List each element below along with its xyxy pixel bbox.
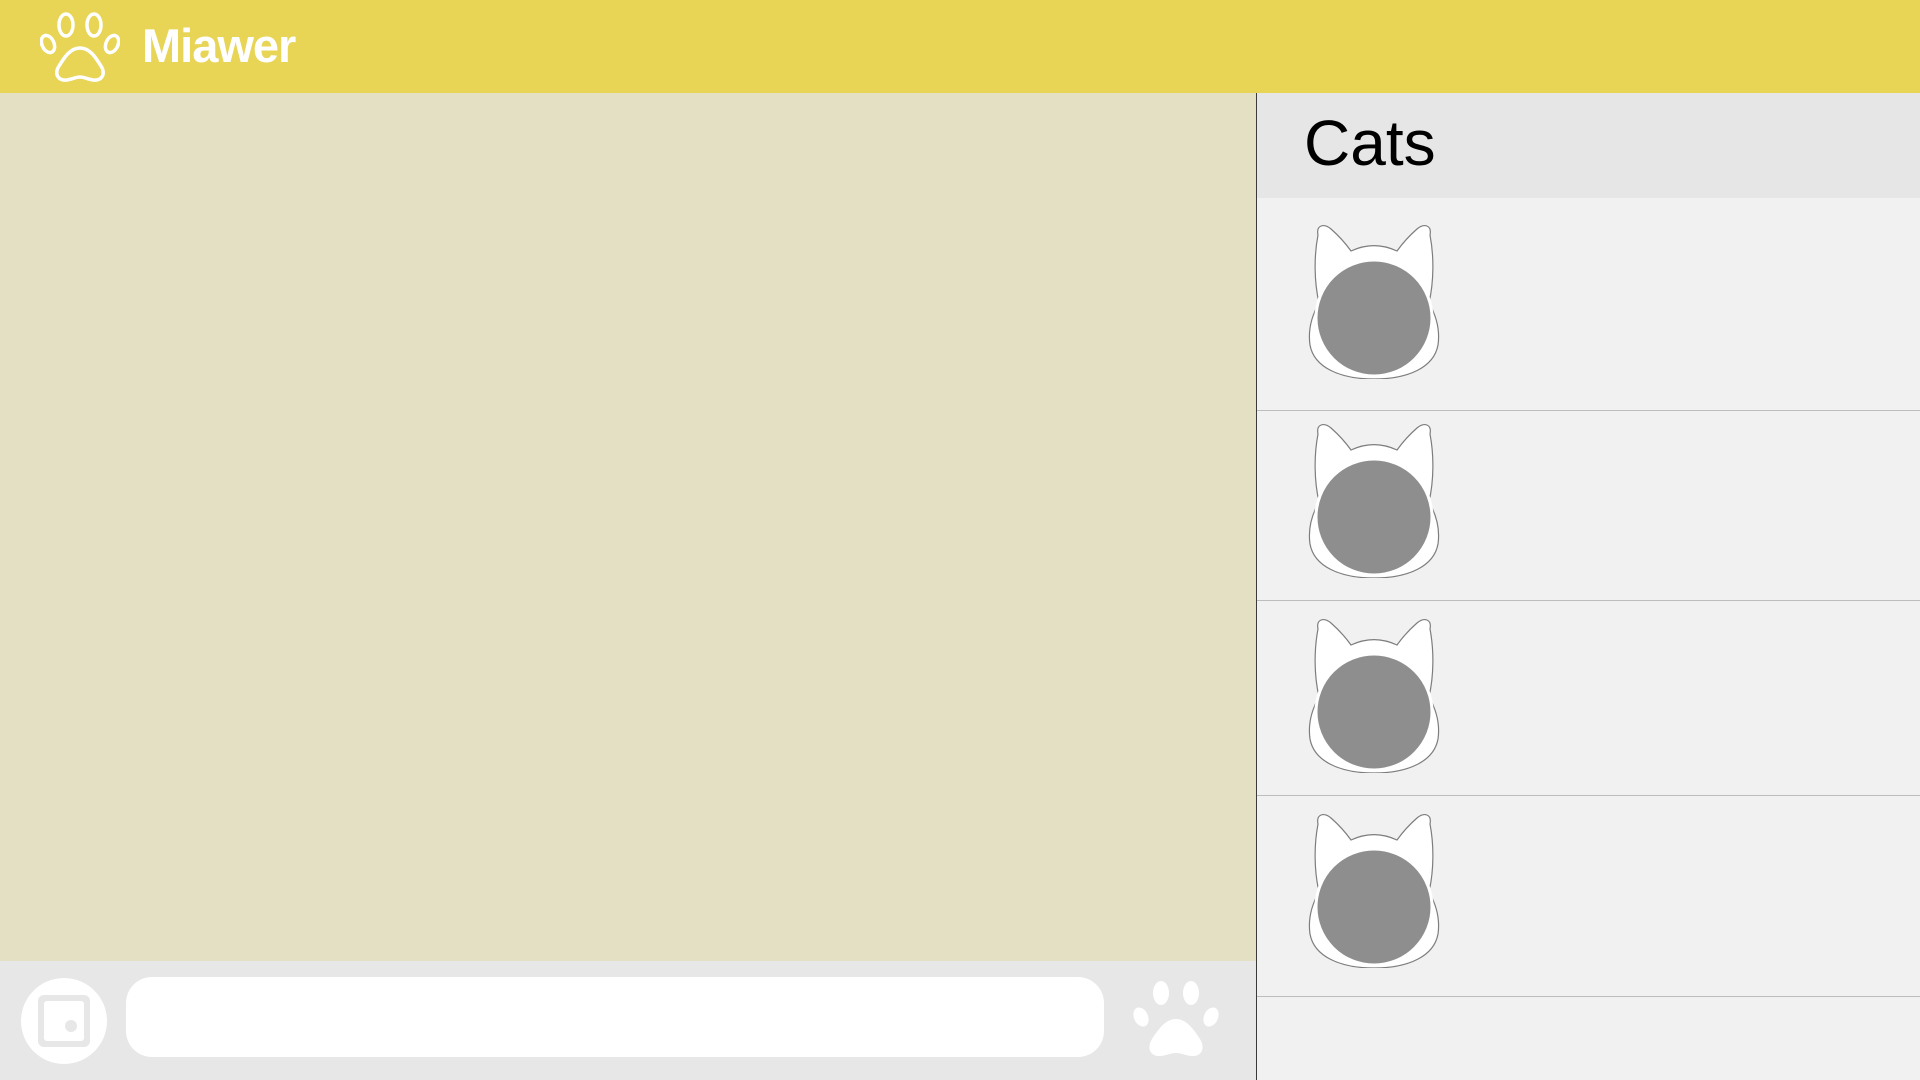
app-header: Miawer — [0, 0, 1920, 93]
paw-icon — [40, 12, 120, 82]
cat-list-item[interactable] — [1257, 796, 1920, 997]
photo-button[interactable] — [21, 978, 107, 1064]
send-paw-button[interactable] — [1131, 977, 1221, 1063]
message-input[interactable] — [126, 977, 1104, 1057]
sidebar-title: Cats — [1304, 107, 1436, 179]
cat-head-icon — [1304, 615, 1444, 773]
paw-icon — [1133, 981, 1219, 1057]
message-composer — [0, 961, 1256, 1080]
cat-list-item[interactable] — [1257, 411, 1920, 601]
cat-head-icon — [1304, 221, 1444, 379]
cat-head-icon — [1304, 420, 1444, 578]
cat-list-item[interactable] — [1257, 198, 1920, 411]
cat-list-item[interactable] — [1257, 601, 1920, 796]
app-title: Miawer — [142, 19, 296, 72]
photo-icon — [38, 995, 90, 1047]
cat-head-icon — [1304, 810, 1444, 968]
cats-sidebar: Cats — [1256, 93, 1920, 1080]
sidebar-header: Cats — [1257, 93, 1920, 198]
chat-area — [0, 93, 1256, 961]
